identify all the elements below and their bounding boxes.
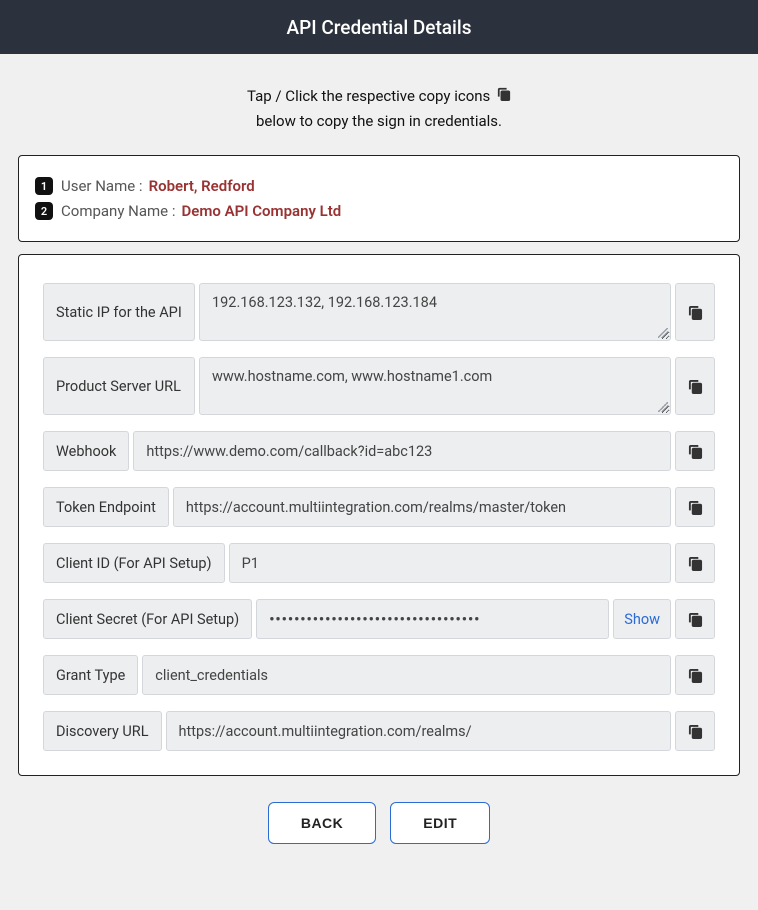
discovery-url-row: Discovery URL https://account.multiinteg… <box>43 711 715 751</box>
token-endpoint-label: Token Endpoint <box>43 487 169 527</box>
copy-static-ip-button[interactable] <box>675 283 715 341</box>
grant-type-value[interactable]: client_credentials <box>142 655 671 695</box>
copy-webhook-button[interactable] <box>675 431 715 471</box>
copy-icon <box>688 556 703 571</box>
user-name-label: User Name : <box>61 177 143 195</box>
page-header: API Credential Details <box>0 0 758 54</box>
discovery-url-value[interactable]: https://account.multiintegration.com/rea… <box>166 711 671 751</box>
token-endpoint-row: Token Endpoint https://account.multiinte… <box>43 487 715 527</box>
user-info-panel: 1 User Name : Robert, Redford 2 Company … <box>18 155 740 242</box>
static-ip-row: Static IP for the API 192.168.123.132, 1… <box>43 283 715 341</box>
show-secret-button[interactable]: Show <box>613 599 671 639</box>
copy-icon <box>688 612 703 627</box>
copy-icon <box>688 668 703 683</box>
instructions-line2: below to copy the sign in credentials. <box>256 112 502 130</box>
company-name-value: Demo API Company Ltd <box>181 202 341 220</box>
webhook-value[interactable]: https://www.demo.com/callback?id=abc123 <box>133 431 671 471</box>
grant-type-row: Grant Type client_credentials <box>43 655 715 695</box>
static-ip-value[interactable]: 192.168.123.132, 192.168.123.184 <box>199 283 671 341</box>
client-secret-label: Client Secret (For API Setup) <box>43 599 252 639</box>
client-id-label: Client ID (For API Setup) <box>43 543 225 583</box>
badge-1: 1 <box>35 177 53 195</box>
product-server-row: Product Server URL www.hostname.com, www… <box>43 357 715 415</box>
webhook-label: Webhook <box>43 431 129 471</box>
client-secret-value[interactable]: •••••••••••••••••••••••••••••••••• <box>256 599 609 639</box>
copy-product-server-button[interactable] <box>675 357 715 415</box>
token-endpoint-value[interactable]: https://account.multiintegration.com/rea… <box>173 487 671 527</box>
copy-discovery-url-button[interactable] <box>675 711 715 751</box>
copy-client-id-button[interactable] <box>675 543 715 583</box>
client-id-row: Client ID (For API Setup) P1 <box>43 543 715 583</box>
back-button[interactable]: BACK <box>268 802 376 844</box>
copy-icon <box>688 500 703 515</box>
client-secret-row: Client Secret (For API Setup) ••••••••••… <box>43 599 715 639</box>
edit-button[interactable]: EDIT <box>390 802 490 844</box>
copy-icon <box>688 305 703 320</box>
copy-grant-type-button[interactable] <box>675 655 715 695</box>
discovery-url-label: Discovery URL <box>43 711 162 751</box>
company-name-label: Company Name : <box>61 202 175 220</box>
user-name-value: Robert, Redford <box>149 177 255 195</box>
button-row: BACK EDIT <box>0 802 758 844</box>
copy-icon <box>688 724 703 739</box>
badge-2: 2 <box>35 202 53 220</box>
copy-icon <box>688 444 703 459</box>
copy-client-secret-button[interactable] <box>675 599 715 639</box>
copy-token-endpoint-button[interactable] <box>675 487 715 527</box>
product-server-label: Product Server URL <box>43 357 195 415</box>
instructions: Tap / Click the respective copy icons be… <box>0 84 758 133</box>
copy-icon <box>497 84 511 108</box>
instructions-line1: Tap / Click the respective copy icons <box>247 87 490 105</box>
grant-type-label: Grant Type <box>43 655 138 695</box>
webhook-row: Webhook https://www.demo.com/callback?id… <box>43 431 715 471</box>
client-id-value[interactable]: P1 <box>229 543 671 583</box>
company-name-row: 2 Company Name : Demo API Company Ltd <box>35 202 723 220</box>
copy-icon <box>688 379 703 394</box>
static-ip-label: Static IP for the API <box>43 283 195 341</box>
user-name-row: 1 User Name : Robert, Redford <box>35 177 723 195</box>
product-server-value[interactable]: www.hostname.com, www.hostname1.com <box>199 357 671 415</box>
page-title: API Credential Details <box>287 16 472 39</box>
credentials-panel: Static IP for the API 192.168.123.132, 1… <box>18 254 740 776</box>
